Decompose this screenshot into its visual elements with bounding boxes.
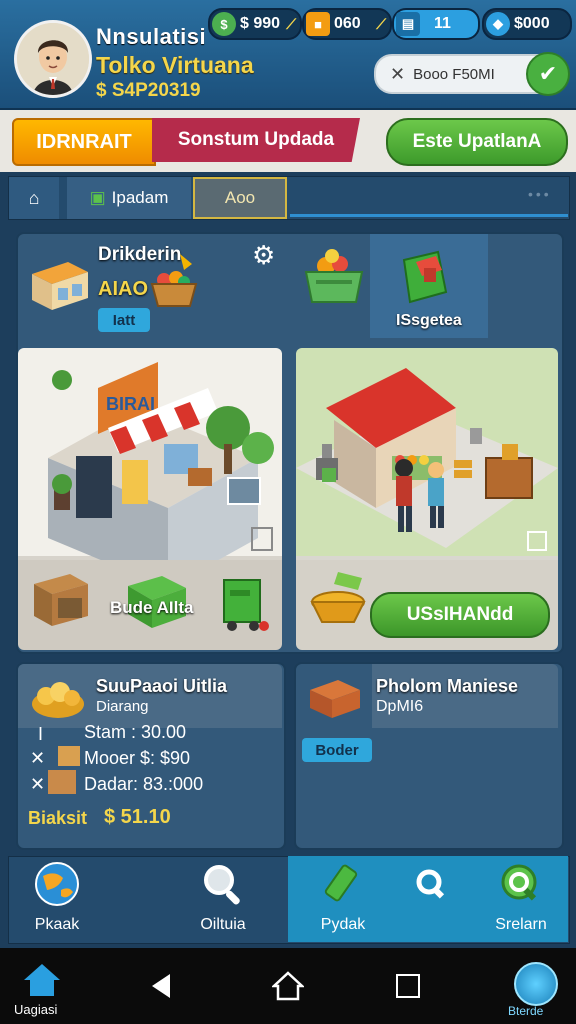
resource-cash[interactable]: $ $ 990 ⟋ bbox=[208, 8, 302, 40]
resource-gems-value: 11 bbox=[434, 15, 451, 32]
assistant-orb-icon[interactable] bbox=[514, 962, 558, 1006]
problem-title: Pholom Maniese bbox=[376, 676, 519, 696]
home-icon: ⌂ bbox=[28, 187, 40, 208]
resource-crate[interactable]: ■ 060 ⟋ bbox=[302, 8, 392, 40]
total-label: Biaksit bbox=[28, 808, 88, 828]
supplies-subtitle: Diarang bbox=[96, 698, 149, 715]
remove-icon[interactable]: ✕ bbox=[30, 774, 45, 795]
green-search-icon bbox=[501, 864, 537, 901]
box-icon bbox=[58, 746, 80, 766]
home-app-icon[interactable] bbox=[22, 960, 62, 1005]
produce-crate-icon bbox=[302, 246, 366, 311]
shopping-bag-icon bbox=[398, 248, 450, 311]
kiosk-icon bbox=[28, 254, 92, 317]
tab-add-label: Aoo bbox=[224, 188, 256, 207]
remove-icon[interactable]: ✕ bbox=[30, 748, 45, 769]
system-right-label: Bterde bbox=[508, 1004, 544, 1018]
store-sign-text: BIRAI bbox=[106, 394, 155, 414]
confirm-check-button[interactable]: ✔ bbox=[526, 52, 570, 96]
gold-nuggets-icon bbox=[28, 672, 88, 727]
total-value: $ 51.10 bbox=[104, 806, 171, 828]
problem-subtitle: DpMI6 bbox=[376, 698, 424, 715]
cabinet-icon bbox=[30, 568, 92, 635]
plus-icon: ⟋ bbox=[376, 15, 386, 32]
tab-home[interactable]: ⌂ bbox=[9, 177, 59, 219]
supplies-title: SuuPaaoi Uitlia bbox=[96, 676, 228, 696]
more-dots-icon[interactable]: ••• bbox=[528, 186, 552, 202]
system-left-label: Uagiasi bbox=[14, 1002, 58, 1017]
tab-update-label: Ipadam bbox=[111, 188, 169, 207]
gold-basket-icon bbox=[308, 568, 370, 631]
resource-crate-value: 060 bbox=[334, 15, 361, 32]
nav-item-srelarn[interactable]: Srelarn bbox=[476, 860, 566, 934]
brick-crate-icon bbox=[306, 674, 364, 727]
resource-coins[interactable]: ◆ $000 bbox=[482, 8, 572, 40]
resource-cash-value: $ 990 bbox=[240, 15, 281, 32]
magnifier-icon bbox=[204, 865, 240, 905]
resource-gems[interactable]: ▤ 11 bbox=[392, 8, 480, 40]
tab-underline bbox=[290, 214, 568, 217]
store-tag[interactable]: Iatt bbox=[98, 308, 150, 332]
gem-card-icon: ▤ bbox=[396, 12, 420, 36]
stat-marker: I bbox=[38, 724, 44, 744]
food-basket-icon bbox=[150, 250, 198, 313]
close-icon[interactable]: ✕ bbox=[390, 64, 405, 85]
nav-item-pkaak[interactable]: Pkaak bbox=[12, 860, 102, 934]
player-avatar[interactable] bbox=[14, 20, 92, 98]
strip-label: Bude AIlta bbox=[110, 598, 194, 617]
delivery-cart-icon bbox=[218, 574, 274, 641]
globe-icon bbox=[35, 862, 79, 906]
banner-title: Sonstum Updada bbox=[152, 118, 360, 162]
nav-label-pydak: Pydak bbox=[320, 916, 366, 933]
nav-item-oiltuia[interactable]: Oiltuia bbox=[178, 860, 268, 934]
stat-stam: Stam : 30.00 bbox=[84, 722, 187, 742]
plus-icon: ⟋ bbox=[286, 15, 296, 32]
nav-item-pydak[interactable]: Pydak bbox=[298, 860, 388, 934]
crate-icon: ■ bbox=[306, 12, 330, 36]
nav-label-oiltuia: Oiltuia bbox=[200, 916, 246, 933]
tab-add[interactable]: Aoo bbox=[193, 177, 287, 219]
search-text: Booo F50MI bbox=[413, 65, 495, 83]
nav-item-search[interactable] bbox=[386, 860, 476, 916]
player-name: Nnsulatisi bbox=[96, 24, 207, 49]
banner-action-button[interactable]: Este UpatlanA bbox=[386, 118, 568, 166]
nav-label-pkaak: Pkaak bbox=[34, 916, 80, 933]
banner-tag[interactable]: IDRNRAIT bbox=[12, 118, 156, 166]
parcel-icon bbox=[48, 770, 76, 794]
search-bar[interactable]: ✕ Booo F50MI ✔ bbox=[374, 52, 570, 96]
home-button-icon[interactable] bbox=[270, 970, 306, 1007]
market-label: ISsgetea bbox=[396, 312, 462, 329]
game-title: Tolko Virtuana bbox=[96, 52, 254, 78]
resource-coins-value: $000 bbox=[514, 15, 550, 32]
use-button[interactable]: USsIHANdd bbox=[370, 592, 550, 638]
back-icon[interactable] bbox=[150, 972, 174, 1005]
clipboard-icon: ▣ bbox=[89, 188, 106, 207]
stat-mooer: Mooer $: $90 bbox=[84, 748, 191, 768]
gear-icon[interactable]: ⚙ bbox=[252, 240, 275, 271]
recent-apps-icon[interactable] bbox=[396, 974, 420, 998]
search-icon bbox=[416, 869, 445, 899]
store-subtitle: AIAO bbox=[98, 278, 148, 300]
tab-update[interactable]: ▣ Ipadam bbox=[67, 177, 191, 219]
diamond-icon: ◆ bbox=[486, 12, 510, 36]
cash-icon: $ bbox=[212, 12, 236, 36]
stat-dadar: Dadar: 83.:000 bbox=[84, 774, 204, 794]
pencil-icon bbox=[324, 864, 358, 902]
nav-label-srelarn: Srelarn bbox=[495, 916, 547, 933]
problem-badge[interactable]: Boder bbox=[302, 738, 372, 762]
money-amount: $ S4P20319 bbox=[96, 80, 201, 101]
